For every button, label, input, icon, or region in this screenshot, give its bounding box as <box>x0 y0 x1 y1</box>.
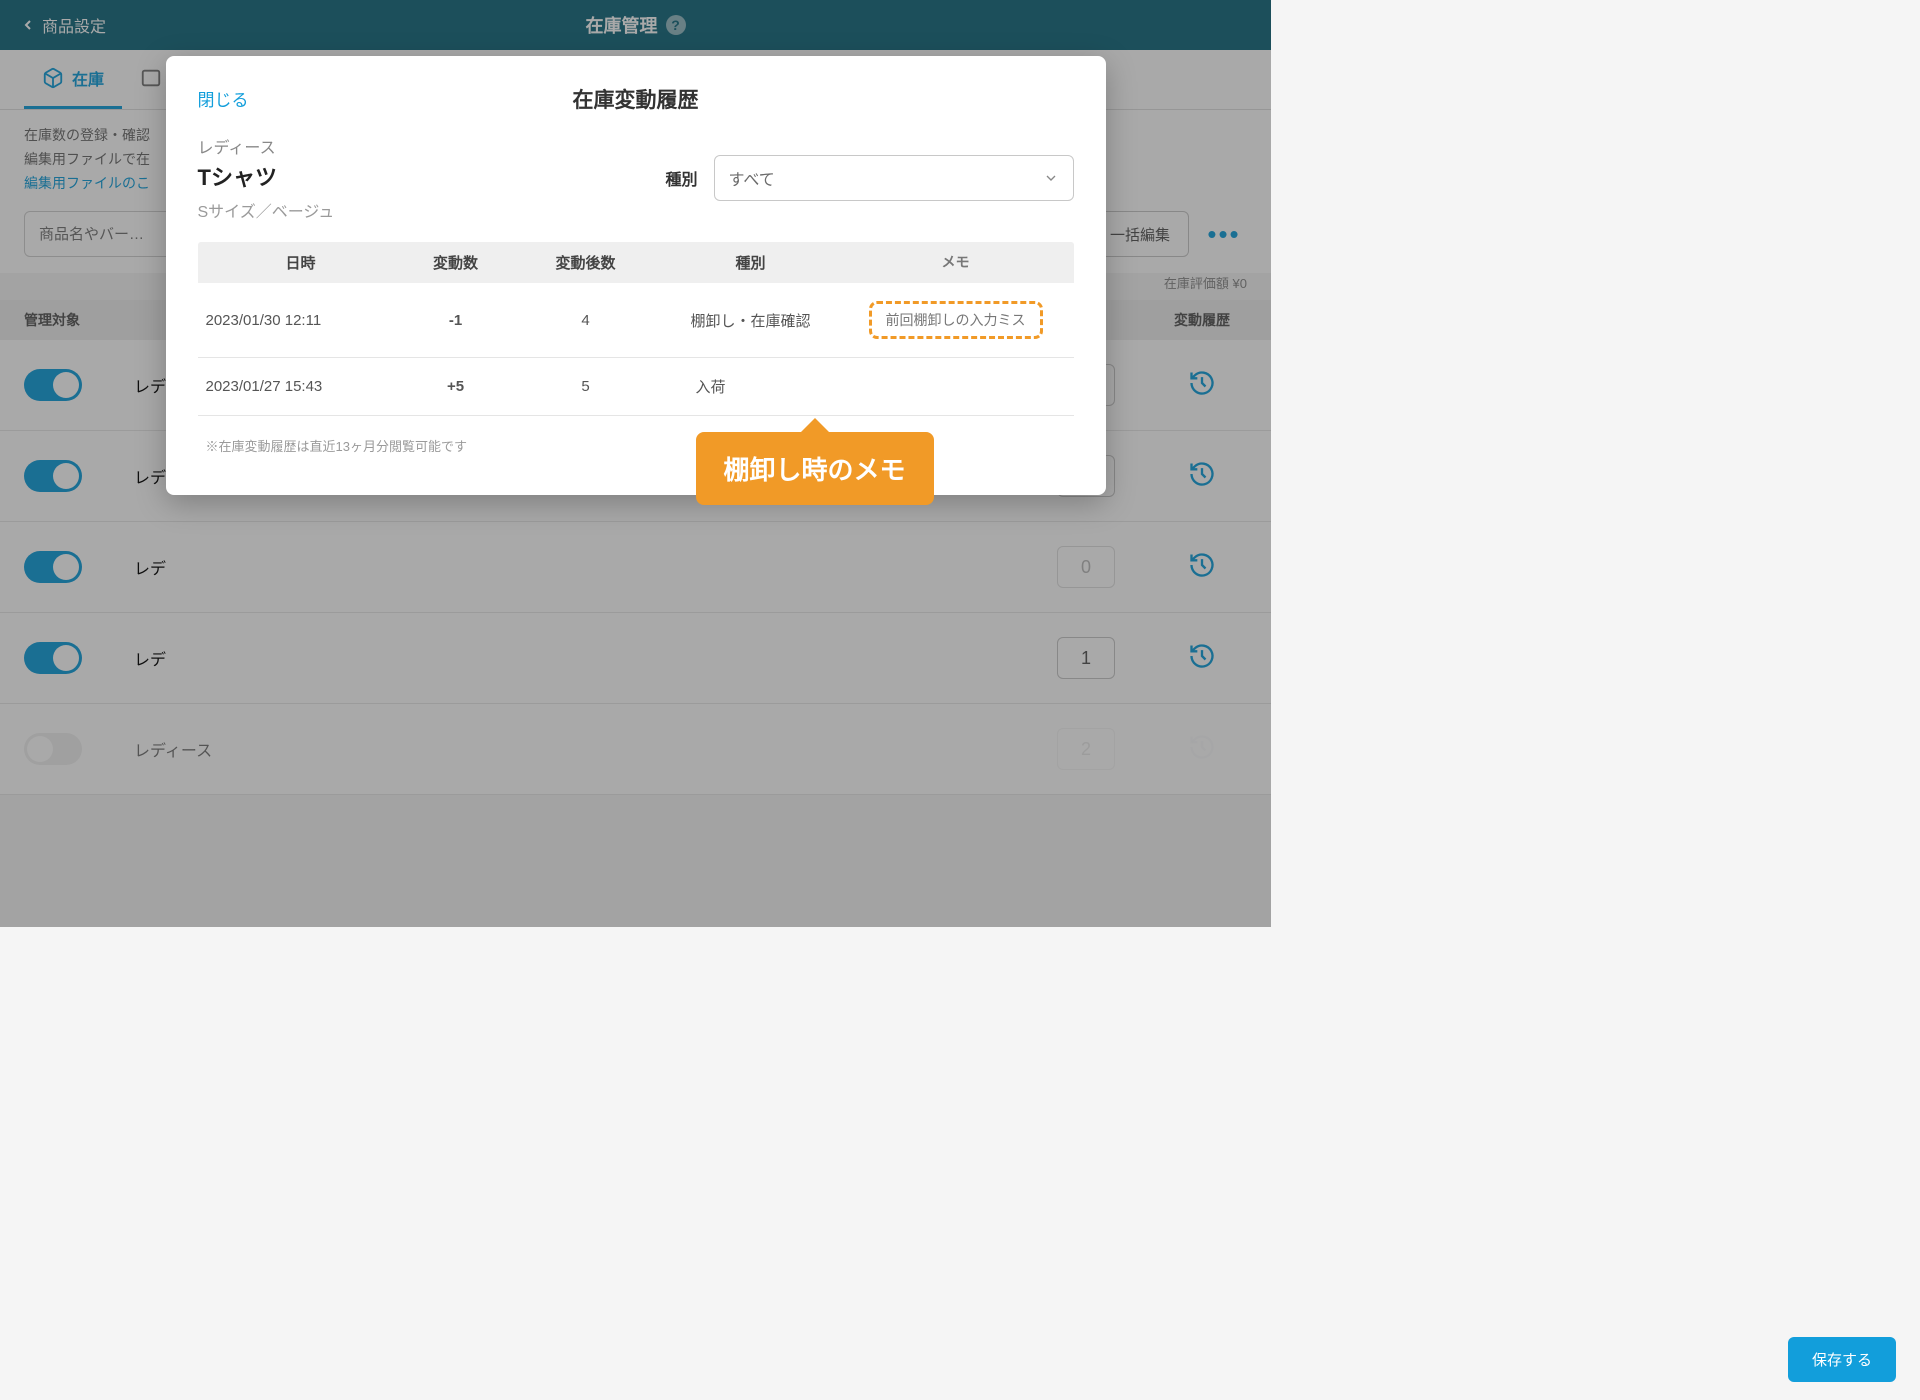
history-row: 2023/01/30 12:11 -1 4 棚卸し・在庫確認 前回棚卸しの入力ミ… <box>198 283 1074 358</box>
cell-date: 2023/01/30 12:11 <box>206 312 396 329</box>
product-variant: Sサイズ／ベージュ <box>198 198 335 222</box>
modal-close-button[interactable]: 閉じる <box>198 86 249 111</box>
history-table-header: 日時 変動数 変動後数 種別 メモ <box>198 242 1074 283</box>
filter-label: 種別 <box>665 166 697 190</box>
product-meta: レディース Tシャツ Sサイズ／ベージュ <box>198 134 335 222</box>
cell-after: 5 <box>516 378 656 395</box>
annotation-callout: 棚卸し時のメモ <box>696 432 934 505</box>
product-category: レディース <box>198 134 335 158</box>
stock-history-modal: 閉じる 在庫変動履歴 レディース Tシャツ Sサイズ／ベージュ 種別 すべて 日… <box>166 56 1106 495</box>
modal-title: 在庫変動履歴 <box>573 84 699 114</box>
cell-change: +5 <box>396 378 516 395</box>
col-date: 日時 <box>206 252 396 273</box>
col-change: 変動数 <box>396 252 516 273</box>
cell-type: 入荷 <box>656 376 846 397</box>
history-row: 2023/01/27 15:43 +5 5 入荷 <box>198 358 1074 416</box>
col-type: 種別 <box>656 252 846 273</box>
cell-date: 2023/01/27 15:43 <box>206 378 396 395</box>
cell-change: -1 <box>396 312 516 329</box>
product-name: Tシャツ <box>198 160 335 192</box>
filter-value: すべて <box>729 166 775 190</box>
type-filter-select[interactable]: すべて <box>714 155 1074 201</box>
chevron-down-icon <box>1043 170 1059 186</box>
cell-after: 4 <box>516 312 656 329</box>
col-memo: メモ <box>846 252 1066 273</box>
col-after: 変動後数 <box>516 252 656 273</box>
save-button[interactable]: 保存する <box>1788 1337 1896 1382</box>
cell-memo-highlighted: 前回棚卸しの入力ミス <box>869 301 1043 339</box>
cell-type: 棚卸し・在庫確認 <box>656 310 846 331</box>
history-note: ※在庫変動履歴は直近13ヶ月分閲覧可能です <box>198 436 1074 455</box>
